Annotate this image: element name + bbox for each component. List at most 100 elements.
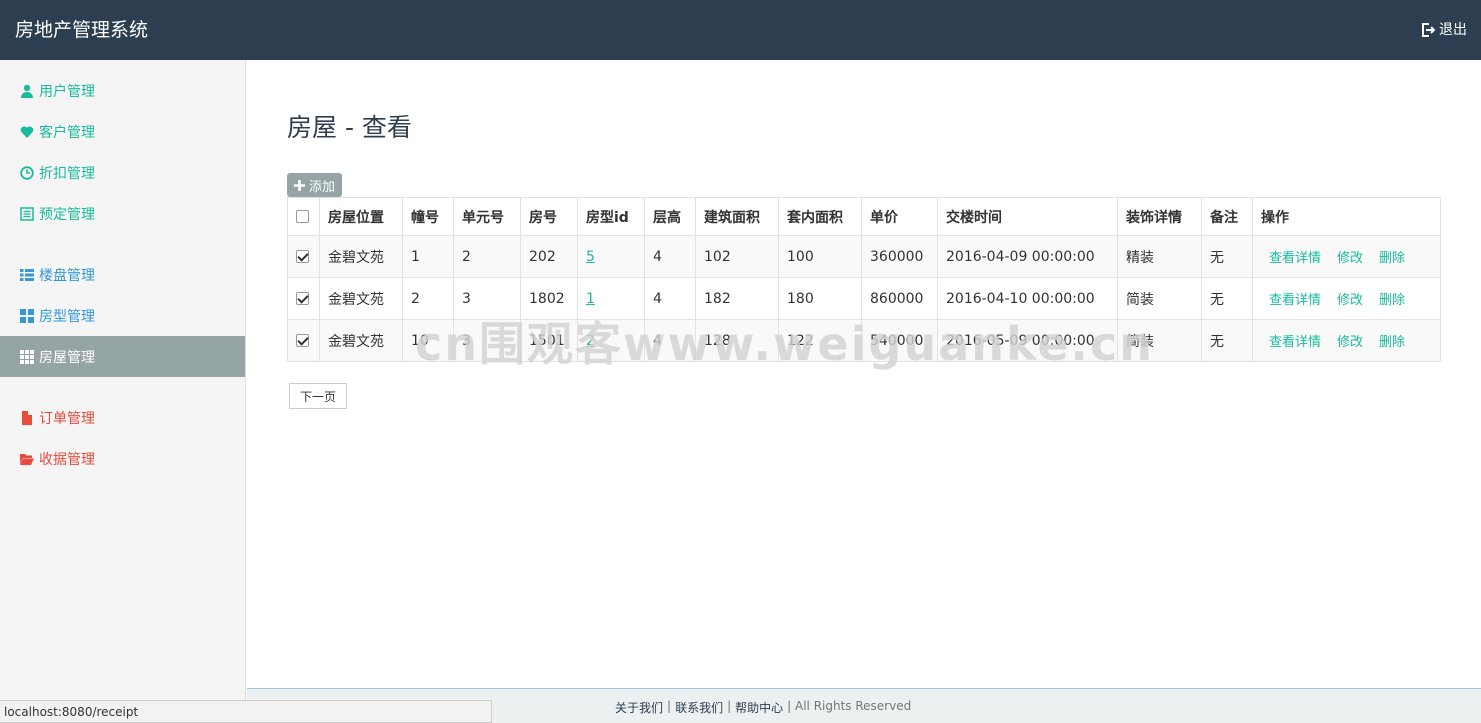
cell-type-id: 1	[577, 277, 645, 320]
logout-icon	[1422, 23, 1436, 37]
row-select-cell	[287, 235, 320, 278]
column-header: 房屋位置	[319, 197, 403, 236]
sidebar-item-users[interactable]: 用户管理	[0, 70, 245, 111]
add-button[interactable]: 添加	[287, 173, 343, 197]
cell-type-id: 2	[577, 319, 645, 362]
edit-link[interactable]: 修改	[1337, 293, 1363, 308]
row-checkbox[interactable]	[296, 334, 309, 347]
cell-floor: 4	[644, 277, 696, 320]
sidebar-item-label: 房屋管理	[39, 349, 95, 366]
next-page-button[interactable]: 下一页	[289, 383, 347, 409]
column-header: 幢号	[402, 197, 454, 236]
column-header: 房型id	[577, 197, 645, 236]
sidebar-item-label: 楼盘管理	[39, 267, 95, 284]
cell-location: 金碧文苑	[319, 277, 403, 320]
cell-remark: 无	[1201, 235, 1253, 278]
delete-link[interactable]: 删除	[1379, 293, 1405, 308]
cell-price: 360000	[861, 235, 938, 278]
logout-button[interactable]: 退出	[1420, 20, 1467, 40]
cell-decoration: 简装	[1117, 319, 1202, 362]
about-link[interactable]: 关于我们	[615, 699, 663, 716]
contact-link[interactable]: 联系我们	[675, 699, 723, 716]
sidebar-item-orders[interactable]: 订单管理	[0, 397, 245, 438]
column-header: 单元号	[453, 197, 521, 236]
view-detail-link[interactable]: 查看详情	[1269, 293, 1321, 308]
cell-area: 128	[695, 319, 779, 362]
cell-inner-area: 122	[778, 319, 862, 362]
column-header: 套内面积	[778, 197, 862, 236]
column-header: 操作	[1252, 197, 1441, 236]
clock-icon	[20, 165, 34, 180]
select-all-checkbox[interactable]	[296, 210, 309, 223]
delete-link[interactable]: 删除	[1379, 251, 1405, 266]
sidebar-item-room-types[interactable]: 房型管理	[0, 295, 245, 336]
browser-status-bar: localhost:8080/receipt	[0, 700, 492, 723]
sidebar-item-buildings[interactable]: 楼盘管理	[0, 254, 245, 295]
cell-unit: 3	[453, 319, 521, 362]
cell-floor: 4	[644, 319, 696, 362]
cell-handover: 2016-04-10 00:00:00	[937, 277, 1118, 320]
cell-remark: 无	[1201, 277, 1253, 320]
sidebar-item-customers[interactable]: 客户管理	[0, 111, 245, 152]
row-checkbox[interactable]	[296, 292, 309, 305]
help-link[interactable]: 帮助中心	[735, 699, 783, 716]
column-header: 备注	[1201, 197, 1253, 236]
row-checkbox[interactable]	[296, 250, 309, 263]
column-header: 单价	[861, 197, 938, 236]
cell-remark: 无	[1201, 319, 1253, 362]
cell-location: 金碧文苑	[319, 235, 403, 278]
user-icon	[21, 84, 33, 98]
column-header: 建筑面积	[695, 197, 779, 236]
add-button-label: 添加	[309, 179, 336, 195]
cell-area: 102	[695, 235, 779, 278]
sidebar-item-houses[interactable]: 房屋管理	[0, 336, 245, 377]
cell-actions: 查看详情 修改 删除	[1252, 319, 1441, 362]
plus-icon	[294, 179, 305, 191]
row-select-cell	[287, 319, 320, 362]
sidebar-item-reservations[interactable]: 预定管理	[0, 193, 245, 234]
sidebar-item-receipts[interactable]: 收据管理	[0, 438, 245, 479]
delete-link[interactable]: 删除	[1379, 335, 1405, 350]
cell-floor: 4	[644, 235, 696, 278]
view-detail-link[interactable]: 查看详情	[1269, 251, 1321, 266]
sidebar: 用户管理 客户管理 折扣管理 预定管理 楼盘管理 房型管理 房屋管理 订单管理 …	[0, 60, 246, 700]
room-type-link[interactable]: 1	[586, 291, 595, 307]
room-type-link[interactable]: 2	[586, 333, 595, 349]
main-content: 房屋 - 查看 添加 房屋位置 幢号 单元号 房号 房型id 层高 建筑面积 套…	[247, 60, 1481, 688]
footer-links: 关于我们 | 联系我们 | 帮助中心 | All Rights Reserved	[615, 699, 911, 716]
cell-handover: 2016-04-09 00:00:00	[937, 235, 1118, 278]
column-header: 层高	[644, 197, 696, 236]
sidebar-item-label: 收据管理	[39, 451, 95, 468]
sidebar-item-label: 折扣管理	[39, 165, 95, 182]
sidebar-item-discounts[interactable]: 折扣管理	[0, 152, 245, 193]
column-header: 交楼时间	[937, 197, 1118, 236]
cell-room: 1501	[520, 319, 578, 362]
cell-unit: 3	[453, 277, 521, 320]
footer-separator: |	[667, 699, 672, 713]
room-type-link[interactable]: 5	[586, 249, 595, 265]
cell-building: 1	[402, 235, 454, 278]
th-icon	[20, 349, 34, 364]
cell-actions: 查看详情 修改 删除	[1252, 235, 1441, 278]
cell-type-id: 5	[577, 235, 645, 278]
cell-building: 2	[402, 277, 454, 320]
table-row: 金碧文苑 2 3 1802 1 4 182 180 860000 2016-04…	[287, 277, 1441, 320]
folder-open-icon	[20, 453, 34, 465]
column-header: 装饰详情	[1117, 197, 1202, 236]
sidebar-item-label: 订单管理	[39, 410, 95, 427]
th-large-icon	[20, 308, 34, 323]
edit-link[interactable]: 修改	[1337, 251, 1363, 266]
select-all-cell	[287, 197, 320, 236]
sidebar-item-label: 预定管理	[39, 206, 95, 223]
cell-decoration: 精装	[1117, 235, 1202, 278]
list-alt-icon	[20, 206, 34, 221]
view-detail-link[interactable]: 查看详情	[1269, 335, 1321, 350]
app-title[interactable]: 房地产管理系统	[15, 17, 148, 43]
page-title: 房屋 - 查看	[287, 113, 412, 142]
edit-link[interactable]: 修改	[1337, 335, 1363, 350]
footer-separator: |	[727, 699, 732, 713]
cell-handover: 2016-05-09 00:00:00	[937, 319, 1118, 362]
logout-label: 退出	[1439, 22, 1467, 38]
cell-inner-area: 100	[778, 235, 862, 278]
table-row: 金碧文苑 1 2 202 5 4 102 100 360000 2016-04-…	[287, 235, 1441, 278]
